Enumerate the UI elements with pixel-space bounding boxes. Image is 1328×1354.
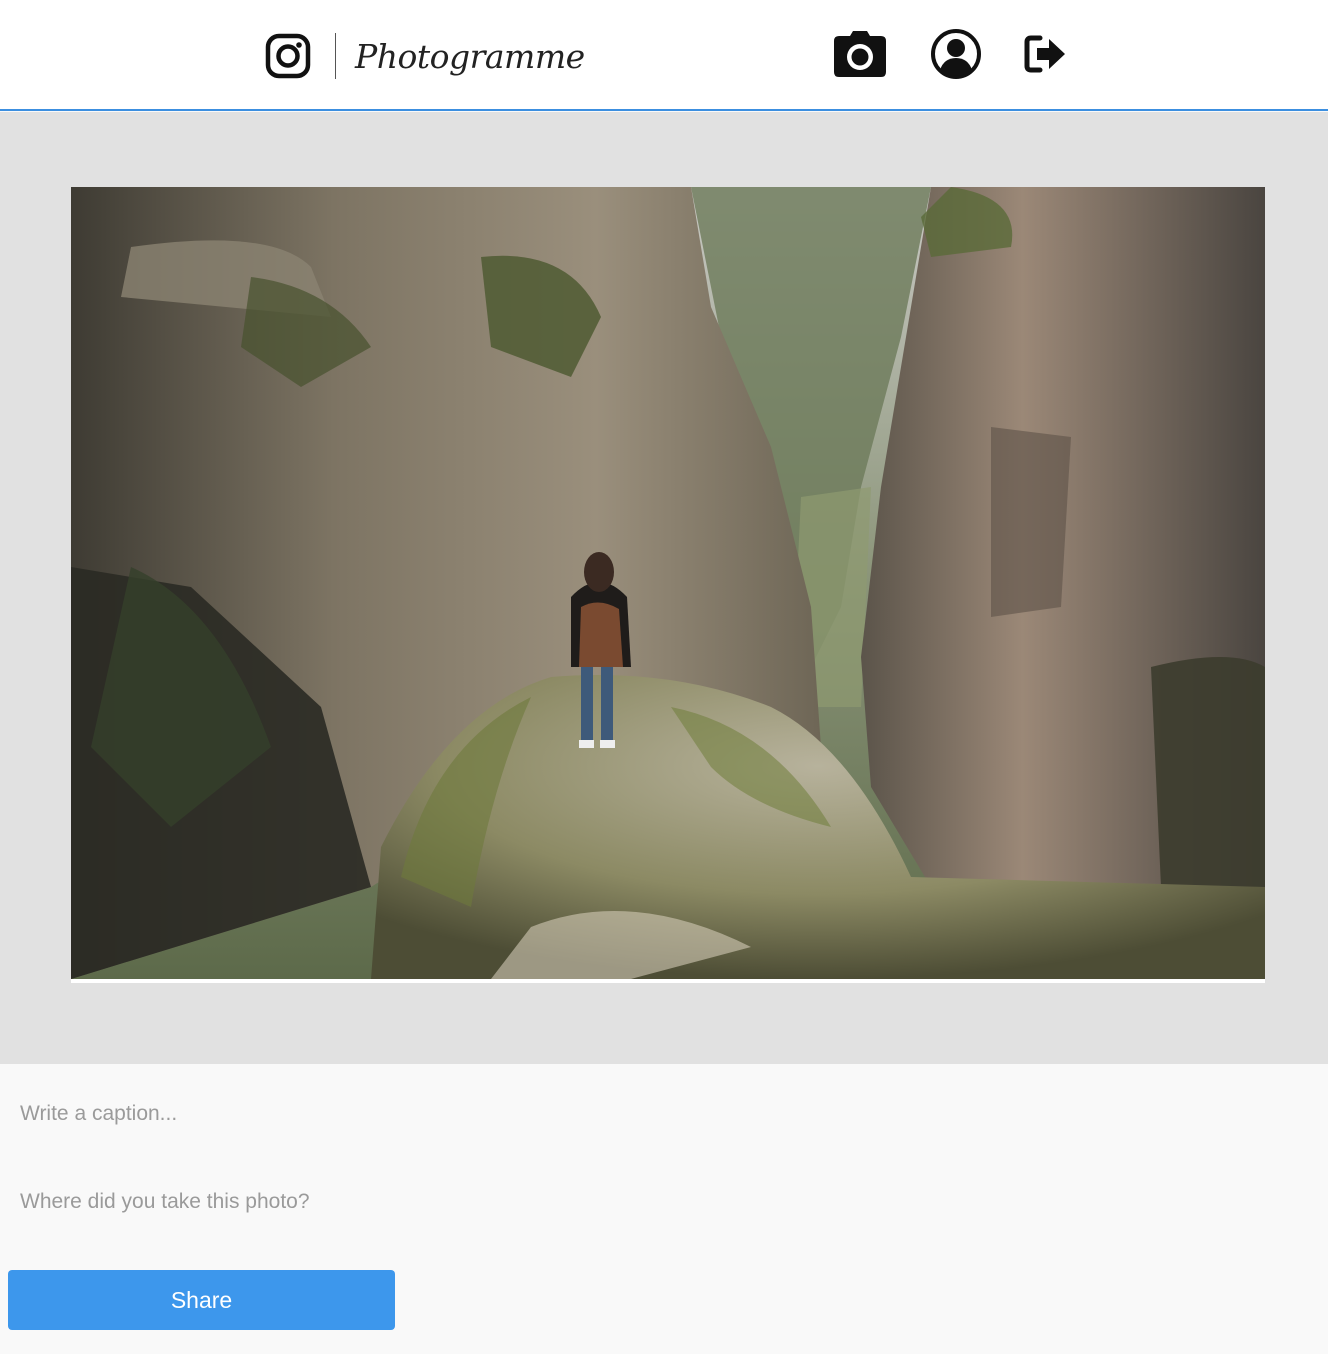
logout-icon [1023,34,1069,79]
upload-photo-button[interactable] [832,28,888,84]
image-preview-area [0,112,1328,1064]
photo-preview [71,187,1265,983]
share-button[interactable]: Share [8,1270,395,1330]
post-form: Share [0,1064,1328,1354]
brand-name: Photogramme [355,36,585,76]
brand-logo[interactable]: Photogramme [265,31,585,81]
user-circle-icon [930,28,982,85]
logout-button[interactable] [1018,28,1074,84]
brand-divider [335,33,336,79]
profile-button[interactable] [928,28,984,84]
camera-icon [833,30,887,83]
top-navbar: Photogramme [0,0,1328,111]
caption-input[interactable] [0,1084,1328,1144]
instagram-icon [265,33,311,79]
location-input[interactable] [0,1172,1328,1232]
